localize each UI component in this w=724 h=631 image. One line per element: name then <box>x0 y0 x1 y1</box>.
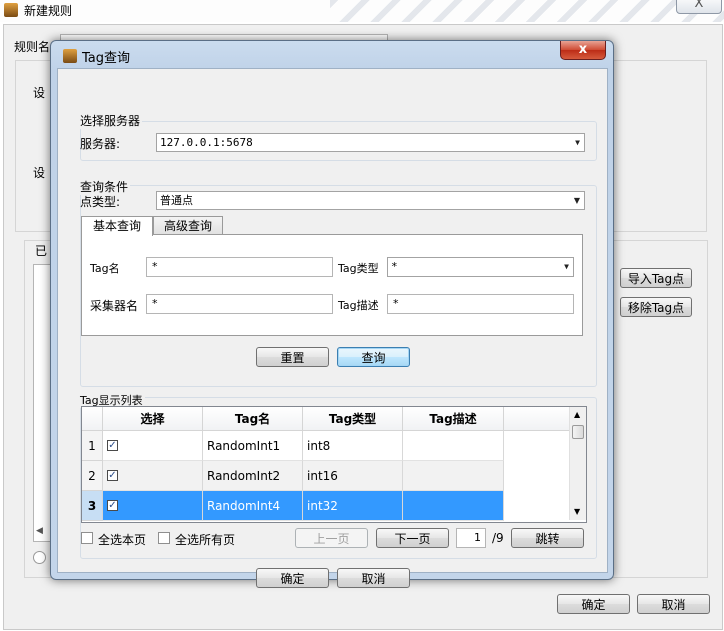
select-page-label: 全选本页 <box>98 533 147 547</box>
table-row[interactable]: 2 ✓ RandomInt2 int16 <box>82 461 504 491</box>
dialog-close-button[interactable]: x <box>560 41 606 60</box>
outer-setting-label-1: 设 <box>33 86 46 100</box>
next-page-button[interactable]: 下一页 <box>376 528 449 548</box>
collector-label: 采集器名 <box>90 299 139 313</box>
prev-page-button[interactable]: 上一页 <box>295 528 368 548</box>
column-header-tag-name[interactable]: Tag名 <box>203 407 303 431</box>
header-filler <box>504 407 569 431</box>
remove-tag-button[interactable]: 移除Tag点 <box>620 297 692 317</box>
select-page-checkbox[interactable] <box>81 532 93 544</box>
row-checkbox[interactable]: ✓ <box>107 440 118 451</box>
outer-ok-button[interactable]: 确定 <box>557 594 630 614</box>
basic-query-pane: Tag名 * Tag类型 * ▼ 采集器名 * Tag描述 * <box>81 234 583 336</box>
tag-name-label: Tag名 <box>90 262 120 275</box>
dialog-cancel-button[interactable]: 取消 <box>337 568 410 588</box>
row-number-header <box>82 407 103 431</box>
row-number: 3 <box>82 491 103 521</box>
select-cell[interactable]: ✓ <box>103 431 203 461</box>
app-icon <box>4 3 18 17</box>
outer-window-title: 新建规则 <box>24 4 73 18</box>
tag-type-cell: int32 <box>303 491 403 521</box>
select-all-checkbox[interactable] <box>158 532 170 544</box>
outer-setting-label-2: 设 <box>33 166 46 180</box>
tag-type-select[interactable]: * ▼ <box>387 257 574 277</box>
dialog-app-icon <box>63 49 77 63</box>
select-cell[interactable]: ✓ <box>103 461 203 491</box>
collector-input[interactable]: * <box>146 294 333 314</box>
select-cell[interactable]: ✓ <box>103 491 203 521</box>
reset-button[interactable]: 重置 <box>256 347 329 367</box>
query-tabs: 基本查询 高级查询 Tag名 * Tag类型 * ▼ 采集器名 * Tag描述 … <box>81 216 585 341</box>
point-type-label: 点类型: <box>80 195 121 209</box>
tag-type-label: Tag类型 <box>338 262 379 275</box>
tag-type-value: * <box>391 260 398 273</box>
row-checkbox[interactable]: ✓ <box>107 470 118 481</box>
tag-desc-cell <box>403 431 504 461</box>
outer-list-group-label: 已 <box>33 242 50 259</box>
page-total-label: /9 <box>492 531 504 545</box>
column-header-tag-type[interactable]: Tag类型 <box>303 407 403 431</box>
row-checkbox[interactable]: ✓ <box>107 500 118 511</box>
tag-table: 选择 Tag名 Tag类型 Tag描述 1 ✓ RandomInt1 int8 … <box>81 406 587 523</box>
tag-desc-cell <box>403 461 504 491</box>
outer-close-button[interactable]: X <box>676 0 722 14</box>
outer-cancel-button[interactable]: 取消 <box>637 594 710 614</box>
import-tag-button[interactable]: 导入Tag点 <box>620 268 692 288</box>
server-select-value: 127.0.0.1:5678 <box>160 136 253 149</box>
dialog-client-area: 选择服务器 服务器: 127.0.0.1:5678 ▼ 查询条件 点类型: 普通… <box>57 68 608 588</box>
select-all-label: 全选所有页 <box>175 533 236 547</box>
table-vertical-scrollbar[interactable]: ▲ ▼ <box>569 407 586 520</box>
outer-radio[interactable] <box>33 551 46 564</box>
row-number: 2 <box>82 461 103 491</box>
tag-desc-label: Tag描述 <box>338 299 379 312</box>
tag-name-cell: RandomInt2 <box>203 461 303 491</box>
column-header-tag-desc[interactable]: Tag描述 <box>403 407 504 431</box>
tag-type-cell: int16 <box>303 461 403 491</box>
page-number-input[interactable]: 1 <box>456 528 486 548</box>
chevron-down-icon: ▼ <box>573 196 580 205</box>
tag-name-input[interactable]: * <box>146 257 333 277</box>
tab-advanced-query[interactable]: 高级查询 <box>153 216 223 235</box>
scroll-left-icon[interactable]: ◀ <box>36 526 43 536</box>
point-type-select[interactable]: 普通点 ▼ <box>156 191 585 210</box>
tag-name-cell: RandomInt1 <box>203 431 303 461</box>
tag-desc-input[interactable]: * <box>387 294 574 314</box>
scroll-up-icon[interactable]: ▲ <box>574 410 580 419</box>
tag-name-cell: RandomInt4 <box>203 491 303 521</box>
table-row[interactable]: 1 ✓ RandomInt1 int8 <box>82 431 504 461</box>
table-row[interactable]: 3 ✓ RandomInt4 int32 <box>82 491 504 521</box>
tag-desc-cell <box>403 491 504 521</box>
point-type-value: 普通点 <box>160 194 193 207</box>
scroll-down-icon[interactable]: ▼ <box>574 507 580 516</box>
tab-basic-query[interactable]: 基本查询 <box>81 216 153 236</box>
dialog-title: Tag查询 <box>82 51 131 66</box>
outer-titlebar: 新建规则 X <box>0 0 724 22</box>
server-label: 服务器: <box>80 137 121 151</box>
jump-button[interactable]: 跳转 <box>511 528 584 548</box>
server-group-label: 选择服务器 <box>78 112 143 129</box>
tag-query-dialog: Tag查询 x 选择服务器 服务器: 127.0.0.1:5678 ▼ 查询条件… <box>50 40 614 588</box>
chevron-down-icon: ▼ <box>564 262 569 271</box>
tag-type-cell: int8 <box>303 431 403 461</box>
titlebar-decoration <box>330 0 724 22</box>
rule-name-label: 规则名 <box>14 40 51 54</box>
query-button[interactable]: 查询 <box>337 347 410 367</box>
server-select[interactable]: 127.0.0.1:5678 ▼ <box>156 133 585 152</box>
dialog-ok-button[interactable]: 确定 <box>256 568 329 588</box>
chevron-down-icon: ▼ <box>575 138 580 147</box>
column-header-select[interactable]: 选择 <box>103 407 203 431</box>
scrollbar-thumb[interactable] <box>572 425 584 439</box>
row-number: 1 <box>82 431 103 461</box>
